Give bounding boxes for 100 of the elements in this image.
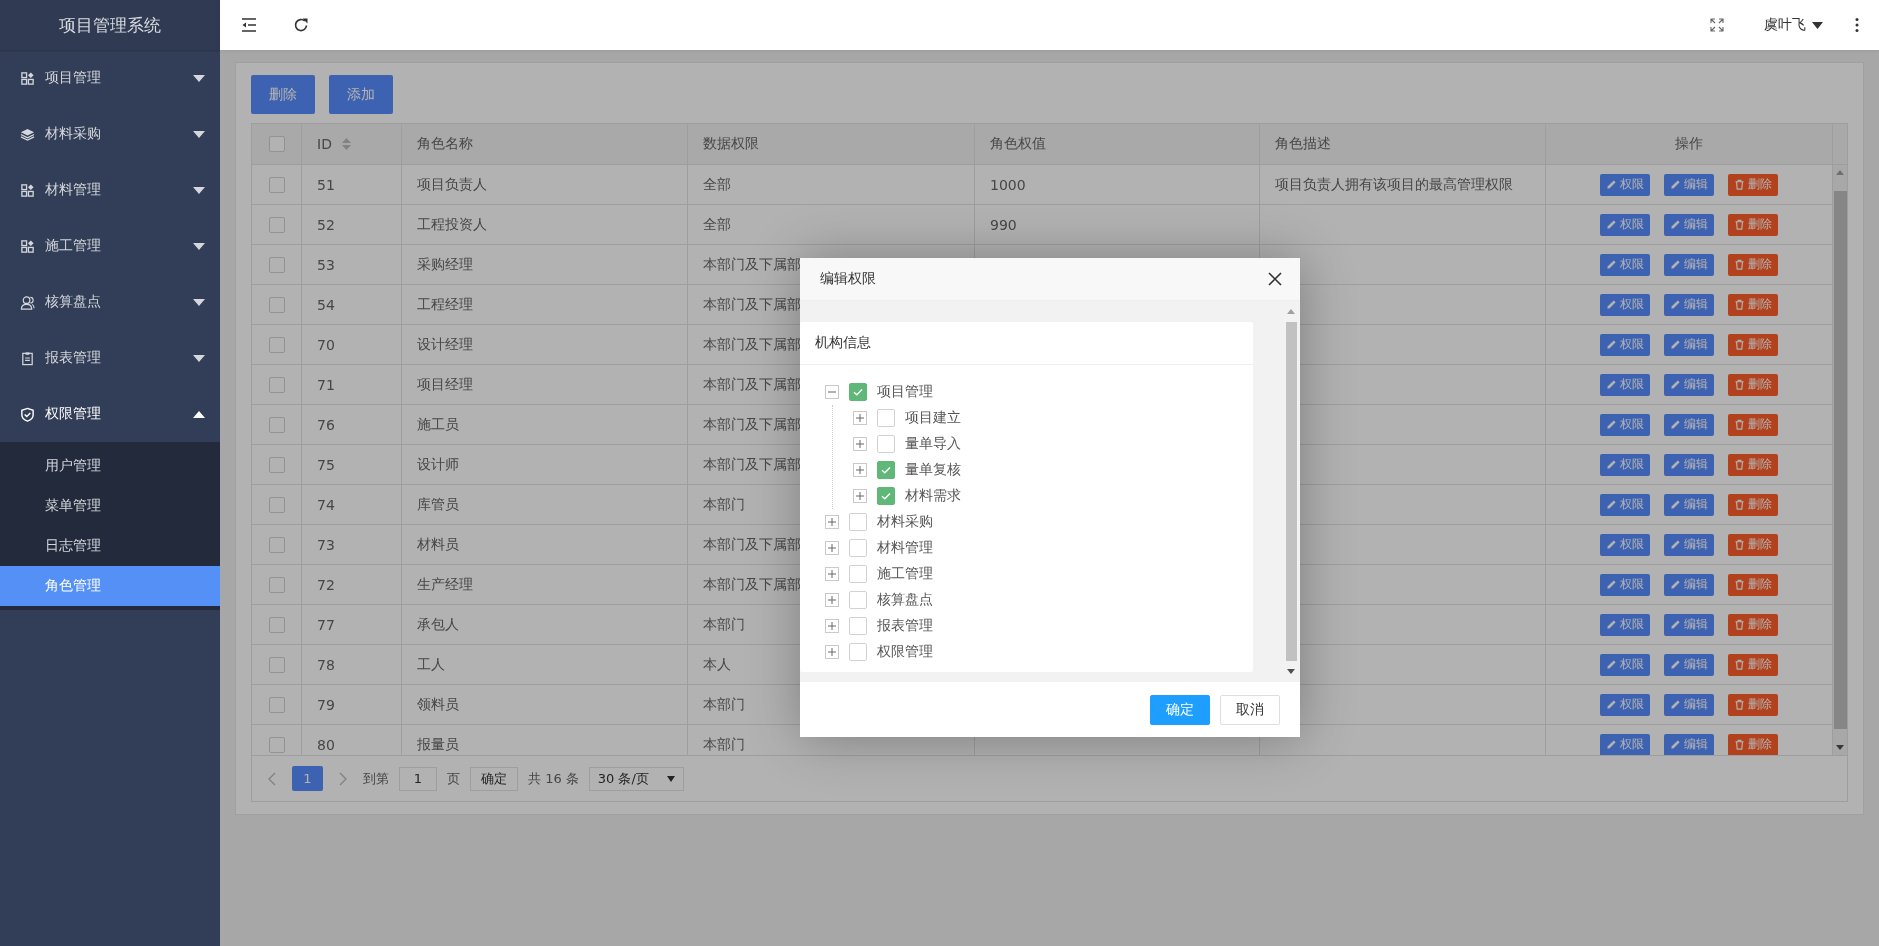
checkbox[interactable] bbox=[877, 435, 895, 453]
checkbox[interactable] bbox=[268, 176, 285, 193]
action-button[interactable]: 权限 bbox=[1600, 493, 1650, 516]
checkbox[interactable] bbox=[268, 736, 285, 753]
action-button[interactable]: 编辑 bbox=[1664, 733, 1714, 755]
menu-item[interactable]: 项目管理 bbox=[0, 50, 220, 106]
checkbox[interactable] bbox=[268, 456, 285, 473]
delete-button[interactable]: 删除 bbox=[1728, 653, 1778, 676]
checkbox[interactable] bbox=[268, 296, 285, 313]
action-button[interactable]: 编辑 bbox=[1664, 573, 1714, 596]
column-header[interactable]: 角色描述 bbox=[1275, 135, 1331, 153]
checkbox[interactable] bbox=[268, 136, 285, 152]
dialog-button[interactable]: 确定 bbox=[1150, 694, 1210, 725]
action-button[interactable]: 权限 bbox=[1600, 573, 1650, 596]
checkbox[interactable] bbox=[268, 656, 285, 673]
checkbox[interactable] bbox=[877, 461, 895, 479]
action-button[interactable]: 编辑 bbox=[1664, 373, 1714, 396]
delete-button[interactable]: 删除 bbox=[1728, 293, 1778, 316]
action-button[interactable]: 编辑 bbox=[1664, 333, 1714, 356]
scroll-up-icon[interactable] bbox=[1287, 309, 1295, 314]
expand-icon[interactable] bbox=[853, 489, 867, 503]
delete-button[interactable]: 删除 bbox=[1728, 533, 1778, 556]
delete-button[interactable]: 删除 bbox=[1728, 693, 1778, 716]
delete-button[interactable]: 删除 bbox=[1728, 333, 1778, 356]
scroll-up-icon[interactable] bbox=[1836, 170, 1844, 175]
action-button[interactable]: 权限 bbox=[1600, 253, 1650, 276]
toolbar-button[interactable]: 删除 bbox=[251, 75, 315, 114]
expand-icon[interactable] bbox=[825, 567, 839, 581]
checkbox[interactable] bbox=[268, 336, 285, 353]
action-button[interactable]: 权限 bbox=[1600, 453, 1650, 476]
expand-icon[interactable] bbox=[825, 541, 839, 555]
fullscreen-icon[interactable] bbox=[1710, 18, 1724, 32]
action-button[interactable]: 权限 bbox=[1600, 693, 1650, 716]
delete-button[interactable]: 删除 bbox=[1728, 213, 1778, 236]
collapse-icon[interactable] bbox=[825, 385, 839, 399]
action-button[interactable]: 编辑 bbox=[1664, 453, 1714, 476]
more-icon[interactable] bbox=[1855, 17, 1859, 33]
delete-button[interactable]: 删除 bbox=[1728, 173, 1778, 196]
delete-button[interactable]: 删除 bbox=[1728, 453, 1778, 476]
expand-icon[interactable] bbox=[825, 593, 839, 607]
action-button[interactable]: 编辑 bbox=[1664, 493, 1714, 516]
column-header[interactable]: 角色权值 bbox=[990, 135, 1046, 153]
checkbox[interactable] bbox=[849, 591, 867, 609]
menu-item[interactable]: 材料管理 bbox=[0, 162, 220, 218]
refresh-icon[interactable] bbox=[292, 16, 310, 34]
action-button[interactable]: 权限 bbox=[1600, 613, 1650, 636]
scrollbar[interactable] bbox=[1833, 165, 1847, 755]
submenu-item[interactable]: 用户管理 bbox=[0, 446, 220, 486]
checkbox[interactable] bbox=[268, 496, 285, 513]
delete-button[interactable]: 删除 bbox=[1728, 253, 1778, 276]
checkbox[interactable] bbox=[849, 383, 867, 401]
action-button[interactable]: 权限 bbox=[1600, 173, 1650, 196]
expand-icon[interactable] bbox=[825, 619, 839, 633]
delete-button[interactable]: 删除 bbox=[1728, 493, 1778, 516]
checkbox[interactable] bbox=[849, 513, 867, 531]
menu-item[interactable]: 施工管理 bbox=[0, 218, 220, 274]
checkbox[interactable] bbox=[268, 256, 285, 273]
close-icon[interactable] bbox=[1268, 272, 1282, 286]
action-button[interactable]: 权限 bbox=[1600, 333, 1650, 356]
action-button[interactable]: 权限 bbox=[1600, 213, 1650, 236]
checkbox[interactable] bbox=[877, 487, 895, 505]
expand-icon[interactable] bbox=[853, 411, 867, 425]
action-button[interactable]: 权限 bbox=[1600, 533, 1650, 556]
scroll-down-icon[interactable] bbox=[1836, 745, 1844, 750]
dialog-button[interactable]: 取消 bbox=[1220, 694, 1280, 725]
action-button[interactable]: 编辑 bbox=[1664, 413, 1714, 436]
submenu-item[interactable]: 日志管理 bbox=[0, 526, 220, 566]
expand-icon[interactable] bbox=[853, 463, 867, 477]
user-menu[interactable]: 虞叶飞 bbox=[1764, 16, 1823, 34]
toolbar-button[interactable]: 添加 bbox=[329, 75, 393, 114]
action-button[interactable]: 权限 bbox=[1600, 733, 1650, 755]
column-header[interactable]: 角色名称 bbox=[417, 135, 473, 153]
column-header[interactable]: ID bbox=[317, 136, 351, 152]
checkbox[interactable] bbox=[268, 416, 285, 433]
checkbox[interactable] bbox=[849, 565, 867, 583]
action-button[interactable]: 编辑 bbox=[1664, 293, 1714, 316]
checkbox[interactable] bbox=[877, 409, 895, 427]
page-size-select[interactable]: 30 条/页 bbox=[588, 766, 684, 791]
expand-icon[interactable] bbox=[825, 515, 839, 529]
checkbox[interactable] bbox=[849, 617, 867, 635]
action-button[interactable]: 编辑 bbox=[1664, 693, 1714, 716]
expand-icon[interactable] bbox=[825, 645, 839, 659]
delete-button[interactable]: 删除 bbox=[1728, 573, 1778, 596]
action-button[interactable]: 权限 bbox=[1600, 653, 1650, 676]
column-header[interactable]: 数据权限 bbox=[703, 135, 759, 153]
checkbox[interactable] bbox=[849, 539, 867, 557]
menu-item[interactable]: 核算盘点 bbox=[0, 274, 220, 330]
checkbox[interactable] bbox=[268, 616, 285, 633]
checkbox[interactable] bbox=[268, 696, 285, 713]
action-button[interactable]: 编辑 bbox=[1664, 613, 1714, 636]
column-header[interactable]: 操作 bbox=[1675, 135, 1703, 153]
scroll-down-icon[interactable] bbox=[1287, 669, 1295, 674]
checkbox[interactable] bbox=[268, 576, 285, 593]
action-button[interactable]: 编辑 bbox=[1664, 253, 1714, 276]
action-button[interactable]: 权限 bbox=[1600, 293, 1650, 316]
checkbox[interactable] bbox=[268, 376, 285, 393]
action-button[interactable]: 编辑 bbox=[1664, 653, 1714, 676]
menu-item[interactable]: 材料采购 bbox=[0, 106, 220, 162]
action-button[interactable]: 编辑 bbox=[1664, 533, 1714, 556]
menu-fold-icon[interactable] bbox=[240, 16, 258, 34]
